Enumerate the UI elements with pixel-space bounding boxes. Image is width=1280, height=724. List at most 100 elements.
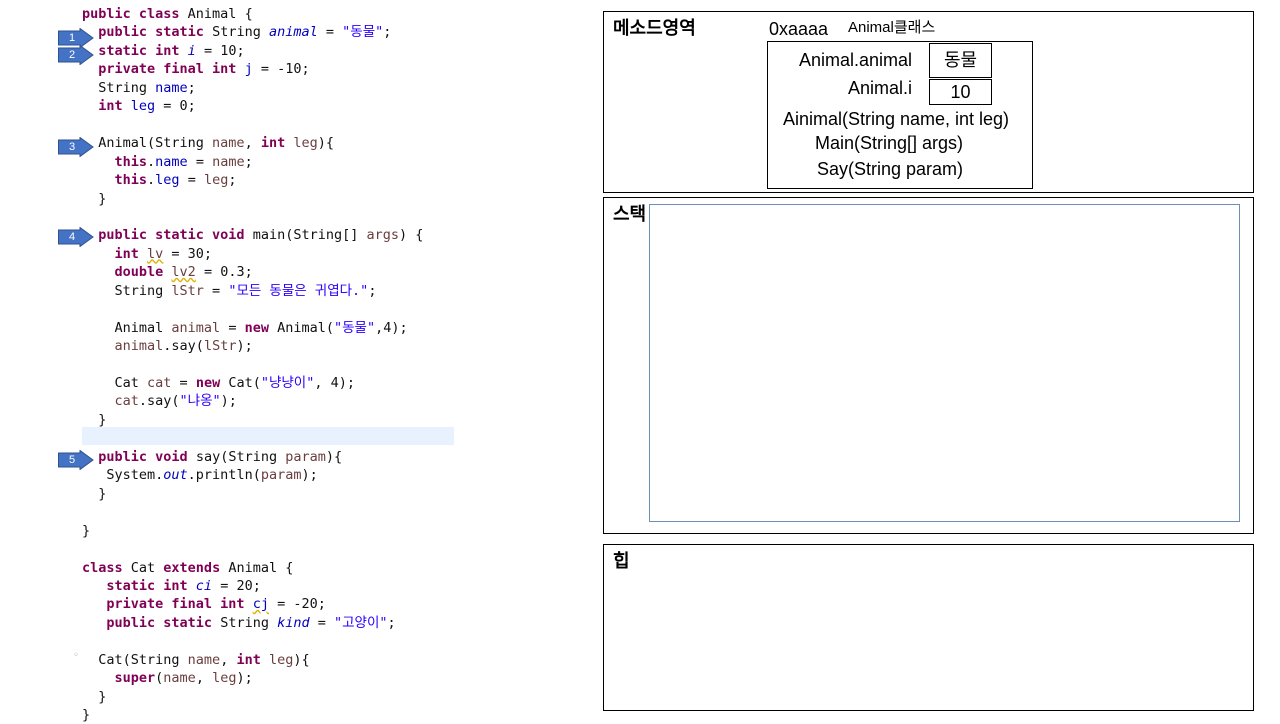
stack-label: 스택 (613, 204, 647, 224)
method-say: Say(String param) (816, 159, 964, 179)
code-token: animal (171, 319, 221, 336)
code-line: } (82, 485, 106, 503)
code-token: .println( (187, 467, 261, 484)
code-token: cat (147, 375, 172, 391)
code-token: "동물" (342, 24, 384, 41)
code-token: name (163, 670, 196, 687)
code-token: .say( (163, 338, 204, 355)
code-line: Animal animal = new Animal("동물",4); (82, 319, 408, 337)
code-token: lv2 (171, 264, 196, 281)
code-line: this.name = name; (82, 153, 253, 171)
code-token: param (285, 448, 326, 465)
code-line: private final int cj = -20; (82, 595, 325, 613)
code-token: super (114, 670, 156, 687)
code-token: static int (106, 577, 196, 594)
code-token: cj (252, 596, 269, 613)
code-token: . (147, 153, 156, 170)
class-label: Animal클래스 (848, 19, 936, 36)
code-token: static int (98, 42, 188, 59)
code-token: } (82, 411, 107, 428)
step-marker-label: 5 (68, 454, 76, 466)
code-token: j (244, 61, 253, 78)
code-token: . (147, 172, 156, 189)
code-token: animal (114, 338, 164, 355)
code-line: } (82, 190, 106, 208)
code-line: public void say(String param){ (82, 448, 342, 466)
code-token: name (155, 79, 188, 96)
method-main: Main(String[] args) (814, 133, 964, 153)
field-name-i: Animal.i (848, 78, 913, 98)
code-token: cat (114, 393, 139, 410)
code-token: animal (268, 24, 318, 41)
code-line: System.out.println(param); (82, 466, 317, 484)
code-token: = -10; (252, 61, 310, 78)
code-token: Animal { (187, 6, 253, 22)
code-token: String (220, 614, 278, 631)
stack-frame-area (649, 204, 1240, 522)
code-token: ); (220, 393, 237, 410)
code-token: } (82, 485, 107, 502)
code-token: lv (147, 245, 164, 262)
code-token: } (82, 190, 107, 207)
code-token: class (82, 559, 131, 576)
code-token: ; (368, 282, 377, 299)
code-token: private final int (106, 596, 253, 613)
code-line: class Cat extends Animal { (82, 559, 293, 577)
code-token: name (155, 153, 188, 170)
code-token: this (114, 153, 148, 170)
code-token: .say( (138, 393, 180, 410)
code-line: String lStr = "모든 동물은 귀엽다."; (82, 282, 377, 300)
code-token: Animal( (277, 319, 334, 336)
code-token: extends (163, 559, 229, 576)
code-token: Animal (82, 319, 172, 336)
code-token: System. (82, 467, 164, 484)
code-token: Cat (130, 559, 164, 576)
code-token: name (212, 135, 245, 152)
step-marker-label: 2 (68, 49, 76, 61)
code-line: static int ci = 20; (82, 577, 261, 595)
code-token: = (220, 319, 245, 336)
code-token: public static (98, 24, 213, 41)
code-token: out (163, 467, 188, 484)
code-token: String (82, 282, 172, 299)
code-token: = (187, 153, 213, 170)
code-token: int (260, 135, 294, 152)
code-line: } (82, 688, 106, 706)
code-token: lStr (171, 282, 204, 299)
code-token: ); (236, 338, 253, 355)
fold-marker-icon[interactable]: ◦ (73, 650, 79, 661)
code-token: , (195, 670, 213, 687)
code-line: this.leg = leg; (82, 171, 237, 189)
heap-box (603, 544, 1254, 711)
code-token: this (114, 172, 148, 189)
field-value-animal: 동물 (929, 43, 992, 78)
step-marker-2: 2 (58, 45, 94, 65)
code-token: } (82, 522, 91, 539)
code-token: } (82, 688, 107, 705)
code-line: private final int j = -10; (82, 60, 310, 78)
code-token: = (179, 172, 204, 189)
code-token: public void (98, 448, 196, 465)
current-line-highlight (82, 427, 454, 445)
code-line: public static void main(String[] args) { (82, 226, 423, 244)
code-line: } (82, 706, 90, 724)
code-token: int (98, 98, 131, 115)
code-token: = (317, 24, 343, 41)
method-constructor: Ainimal(String name, int leg) (782, 109, 1010, 129)
code-token: , 4); (314, 375, 355, 391)
code-token: } (82, 707, 91, 724)
code-token: name (187, 651, 221, 668)
code-token: public static void (98, 227, 253, 244)
code-line: String name; (82, 79, 196, 97)
code-line: cat.say("냐옹"); (82, 392, 237, 410)
code-token: say(String (195, 448, 286, 465)
code-token: "동물" (334, 319, 376, 336)
code-token: ); (236, 670, 253, 687)
code-token: Animal { (228, 559, 294, 576)
code-token: = 20; (212, 577, 261, 594)
code-token: ; (383, 24, 392, 41)
